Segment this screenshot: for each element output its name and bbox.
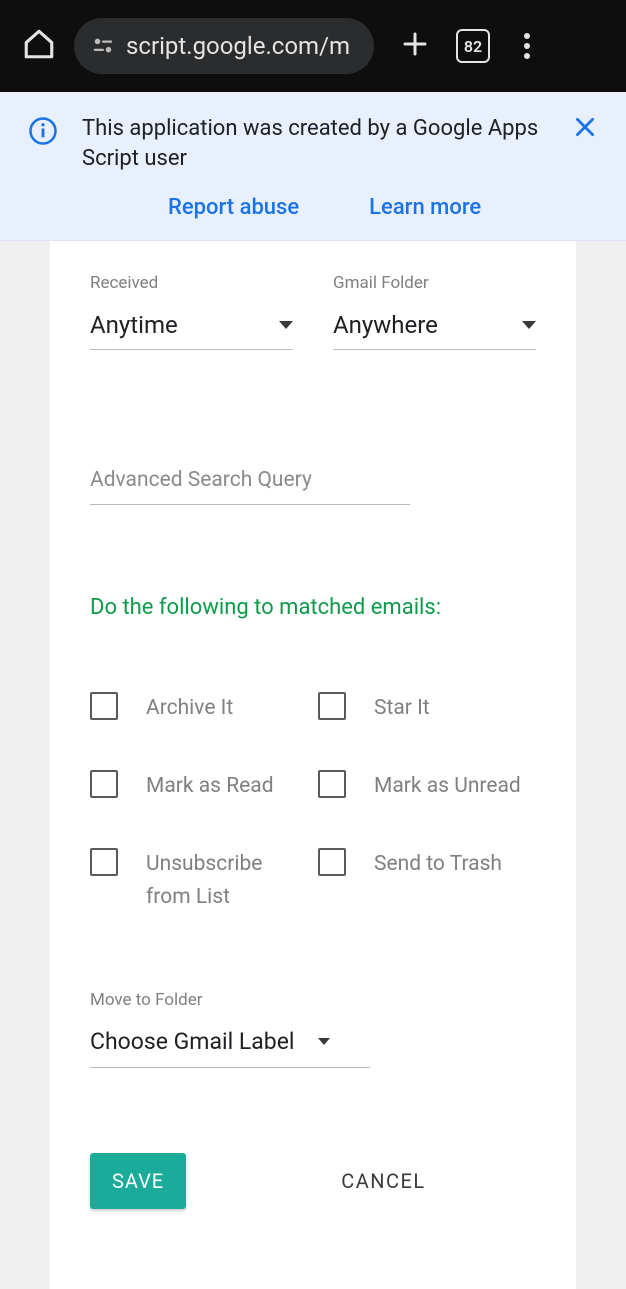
save-button[interactable]: SAVE [90,1153,186,1209]
url-text: script.google.com/m [126,32,350,60]
checkbox-input[interactable] [318,770,346,798]
actions-checkbox-group: Archive It Star It Mark as Read Mark as … [90,692,536,914]
checkbox-input[interactable] [90,848,118,876]
checkbox-label: Mark as Read [146,770,274,804]
overflow-menu-icon[interactable] [520,29,534,63]
actions-section-title: Do the following to matched emails: [90,595,536,620]
move-folder-value: Choose Gmail Label [90,1028,294,1055]
gmail-folder-field: Gmail Folder Anywhere [333,273,536,350]
checkbox-input[interactable] [90,770,118,798]
site-settings-icon[interactable] [92,35,114,57]
new-tab-icon[interactable] [400,29,430,63]
browser-toolbar: script.google.com/m 82 [0,0,626,92]
info-icon [28,116,58,150]
home-icon[interactable] [22,27,56,65]
checkbox-mark-read: Mark as Read [90,770,308,804]
form-action-row: SAVE CANCEL [90,1153,536,1209]
received-select[interactable]: Anytime [90,305,293,350]
close-icon[interactable] [572,114,598,144]
cancel-button[interactable]: CANCEL [341,1169,426,1193]
report-abuse-link[interactable]: Report abuse [168,195,299,220]
banner-message: This application was created by a Google… [82,114,548,173]
chevron-down-icon [318,1038,330,1045]
checkbox-input[interactable] [318,692,346,720]
checkbox-input[interactable] [90,692,118,720]
move-to-folder-field: Move to Folder Choose Gmail Label [90,990,536,1068]
chevron-down-icon [279,321,293,329]
checkbox-label: Mark as Unread [374,770,521,804]
chevron-down-icon [522,321,536,329]
apps-script-banner: This application was created by a Google… [0,92,626,241]
move-folder-select[interactable]: Choose Gmail Label [90,1024,370,1068]
advanced-search-input[interactable] [90,460,410,505]
move-label: Move to Folder [90,990,536,1010]
checkbox-label: Archive It [146,692,233,726]
gmail-folder-select[interactable]: Anywhere [333,305,536,350]
checkbox-mark-unread: Mark as Unread [318,770,536,804]
checkbox-input[interactable] [318,848,346,876]
checkbox-star: Star It [318,692,536,726]
received-field: Received Anytime [90,273,293,350]
gmail-folder-label: Gmail Folder [333,273,536,293]
checkbox-unsubscribe: Unsubscribe from List [90,848,308,915]
checkbox-label: Unsubscribe from List [146,848,308,915]
checkbox-trash: Send to Trash [318,848,536,915]
tab-count-badge[interactable]: 82 [456,29,490,63]
search-query-field [90,460,410,505]
checkbox-label: Star It [374,692,430,726]
address-bar[interactable]: script.google.com/m [74,18,374,74]
checkbox-archive: Archive It [90,692,308,726]
form-card: Received Anytime Gmail Folder Anywhere D… [50,241,576,1289]
checkbox-label: Send to Trash [374,848,502,882]
page-background: Received Anytime Gmail Folder Anywhere D… [0,241,626,1289]
received-label: Received [90,273,293,293]
received-value: Anytime [90,311,178,339]
gmail-folder-value: Anywhere [333,311,438,339]
learn-more-link[interactable]: Learn more [369,195,481,220]
